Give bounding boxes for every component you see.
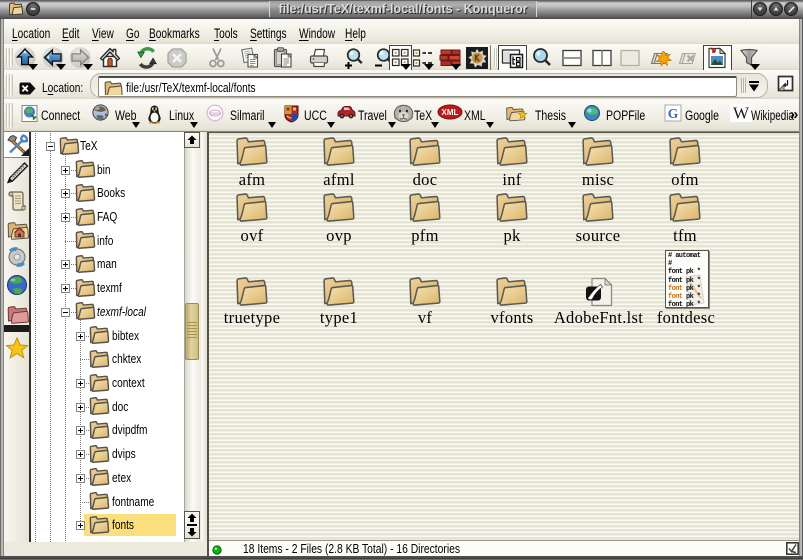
svg-text:G: G xyxy=(668,106,679,121)
svg-text:Gem: Gem xyxy=(210,111,220,116)
svg-text:W: W xyxy=(733,104,750,122)
svg-text:XML: XML xyxy=(442,108,459,117)
